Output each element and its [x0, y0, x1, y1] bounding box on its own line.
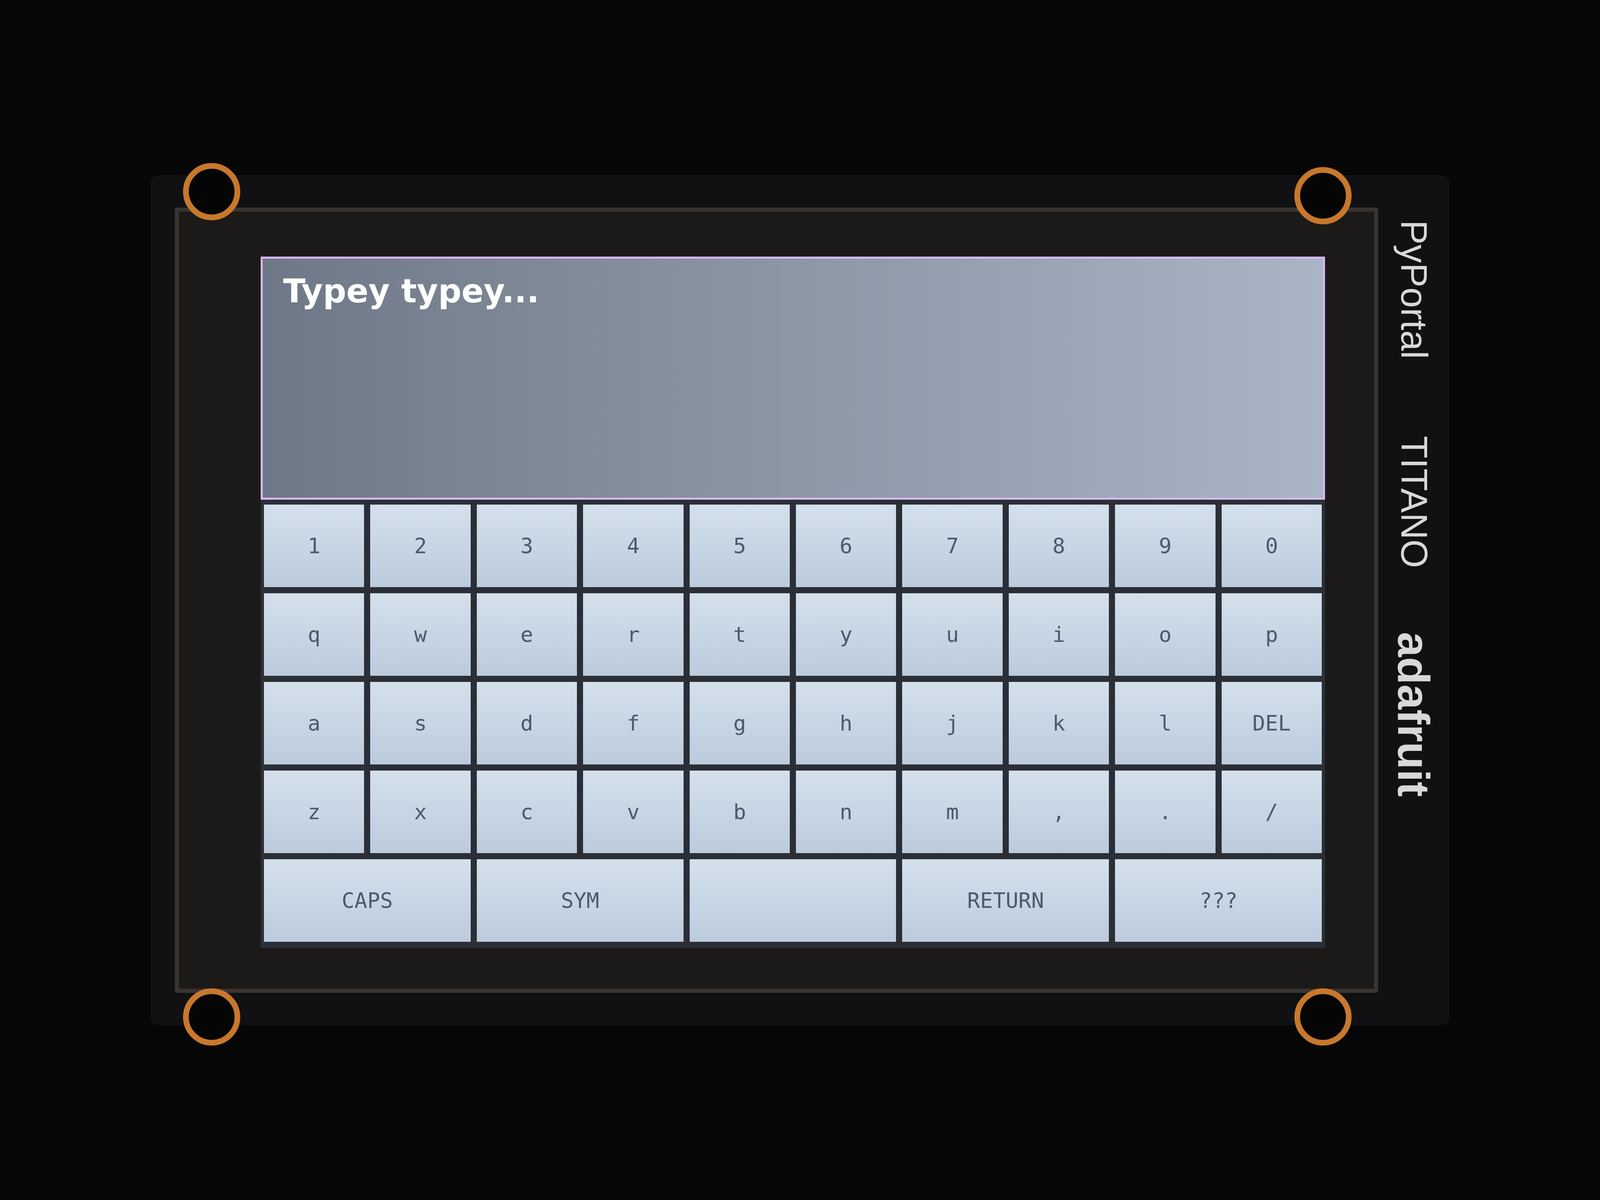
keyboard-key[interactable]: z — [263, 770, 365, 854]
keyboard-key[interactable]: b — [689, 770, 790, 854]
keyboard-key[interactable]: e — [476, 593, 577, 676]
board-label: TITANO — [1386, 435, 1442, 568]
keyboard-key[interactable]: i — [1008, 593, 1109, 676]
keyboard-key[interactable]: g — [689, 681, 790, 765]
keyboard-key[interactable]: o — [1115, 593, 1216, 676]
board-label: adafruit — [1380, 632, 1448, 797]
keyboard-key[interactable]: k — [1008, 681, 1109, 765]
keyboard-key[interactable]: 1 — [263, 504, 365, 588]
keyboard-key[interactable]: 8 — [1008, 504, 1109, 588]
typed-text: Typey typey... — [283, 272, 540, 311]
keyboard-key[interactable]: y — [795, 593, 897, 676]
keyboard-key[interactable]: RETURN — [902, 859, 1109, 942]
keyboard-key[interactable]: CAPS — [263, 859, 471, 942]
keyboard-key[interactable]: 3 — [476, 504, 577, 588]
keyboard-key[interactable]: 5 — [689, 504, 790, 588]
device-board: Typey typey... 1234567890 qwertyuiop asdfgh… — [150, 175, 1450, 1026]
keyboard-key[interactable]: u — [902, 593, 1003, 676]
mounting-hole-icon — [183, 163, 241, 221]
keyboard-key[interactable]: f — [583, 681, 684, 765]
keyboard-key[interactable]: 0 — [1221, 504, 1322, 588]
keyboard-key[interactable]: 7 — [902, 504, 1003, 588]
display: Typey typey... 1234567890 qwertyuiop asdfgh… — [260, 256, 1326, 948]
keyboard-key[interactable]: h — [795, 681, 897, 765]
keyboard-key[interactable]: x — [370, 770, 471, 854]
page: Typey typey... 1234567890 qwertyuiop asdfgh… — [0, 0, 1600, 1200]
keyboard-key[interactable]: t — [689, 593, 790, 676]
board-label: PyPortal — [1386, 219, 1442, 359]
keyboard-key[interactable]: w — [370, 593, 471, 676]
keyboard-key[interactable]: s — [370, 681, 471, 765]
keyboard-key[interactable]: . — [1115, 770, 1216, 854]
keyboard-key[interactable]: ??? — [1115, 859, 1322, 942]
keyboard-key[interactable]: SYM — [476, 859, 684, 942]
keyboard-key[interactable]: 6 — [795, 504, 897, 588]
keyboard-key[interactable]: / — [1221, 770, 1322, 854]
keyboard-key[interactable]: v — [583, 770, 684, 854]
mounting-hole-icon — [183, 988, 241, 1046]
keyboard-key[interactable]: n — [795, 770, 897, 854]
keyboard-key[interactable]: p — [1221, 593, 1322, 676]
keyboard-key[interactable]: 4 — [583, 504, 684, 588]
keyboard-key[interactable]: j — [902, 681, 1003, 765]
mounting-hole-icon — [1294, 988, 1352, 1046]
mounting-hole-icon — [1294, 167, 1352, 225]
keyboard-key[interactable]: q — [263, 593, 365, 676]
keyboard-key[interactable]: r — [583, 593, 684, 676]
keyboard-key[interactable]: c — [476, 770, 577, 854]
screen-bezel: Typey typey... 1234567890 qwertyuiop asdfgh… — [174, 207, 1379, 993]
keyboard-key[interactable] — [689, 859, 897, 942]
keyboard-key[interactable]: 2 — [370, 504, 471, 588]
keyboard-key[interactable]: m — [902, 770, 1003, 854]
keyboard: 1234567890 qwertyuiop asdfghjklDEL zxcvbnm,… — [260, 499, 1326, 948]
keyboard-key[interactable]: a — [263, 681, 365, 765]
keyboard-key[interactable]: , — [1008, 770, 1109, 854]
keyboard-key[interactable]: l — [1115, 681, 1216, 765]
board-silkscreen: PyPortal TITANO adafruit — [1378, 175, 1450, 1026]
text-area[interactable]: Typey typey... — [260, 256, 1326, 500]
keyboard-key[interactable]: d — [476, 681, 577, 765]
keyboard-key[interactable]: 9 — [1115, 504, 1216, 588]
keyboard-key[interactable]: DEL — [1221, 681, 1322, 765]
